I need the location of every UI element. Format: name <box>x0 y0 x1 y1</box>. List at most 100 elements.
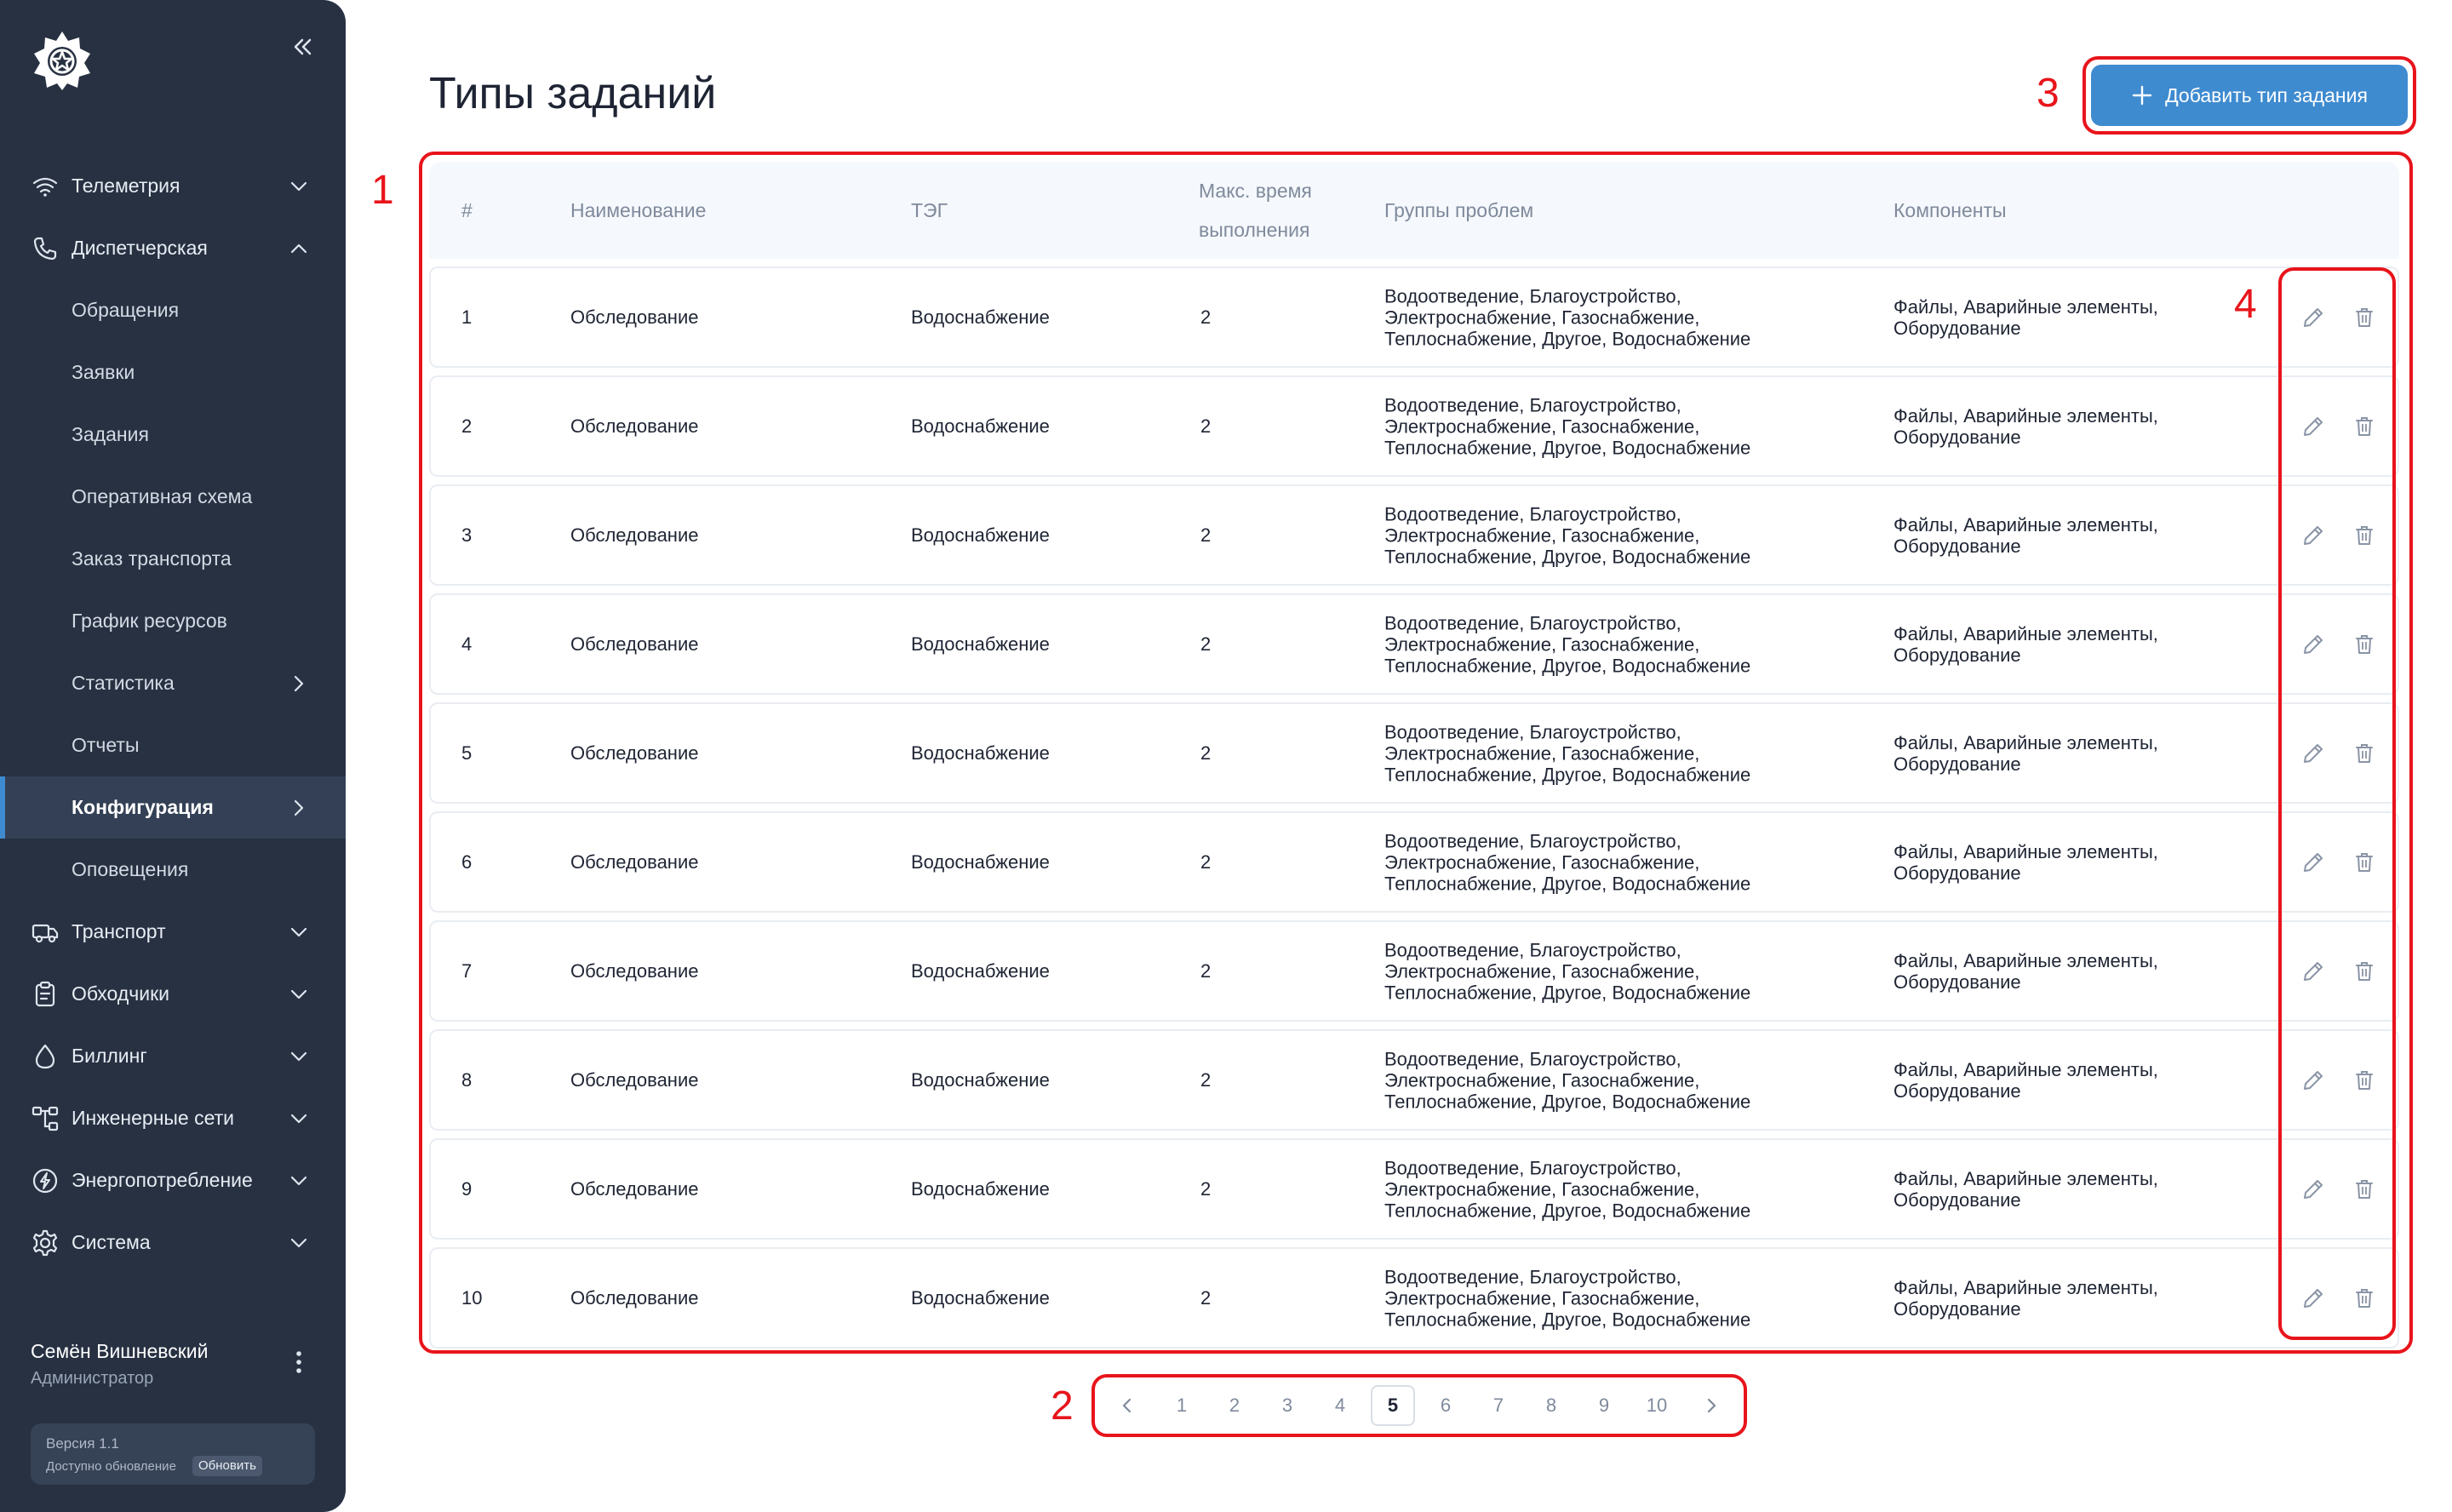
pencil-icon[interactable] <box>2300 632 2326 657</box>
pencil-icon[interactable] <box>2300 1177 2326 1202</box>
cell-teg: Водоснабжение <box>911 1068 1050 1091</box>
sidebar-item-label: Обходчики <box>72 982 169 1005</box>
cell-components-line: Оборудование <box>1893 535 2021 557</box>
cell-problem-groups-line: Электроснабжение, Газоснабжение, <box>1384 415 1700 437</box>
cell-components-line: Файлы, Аварийные элементы, <box>1893 1276 2158 1298</box>
cell-components-line: Файлы, Аварийные элементы, <box>1893 404 2158 427</box>
more-vertical-icon[interactable] <box>286 1347 312 1377</box>
trash-icon[interactable] <box>2352 414 2377 439</box>
pencil-icon[interactable] <box>2300 850 2326 875</box>
pagination-page[interactable]: 7 <box>1476 1385 1521 1426</box>
table-row[interactable]: 10 Обследование Водоснабжение 2 Водоотве… <box>429 1247 2399 1349</box>
annotation-number-add-button: 3 <box>2037 71 2060 116</box>
cell-problem-groups: Водоотведение, Благоустройство, Электрос… <box>1384 1157 1750 1221</box>
sidebar-item-2[interactable]: Обращения <box>0 279 346 341</box>
cell-name: Обследование <box>570 633 699 655</box>
pagination-page[interactable]: 10 <box>1635 1385 1679 1426</box>
cell-problem-groups: Водоотведение, Благоустройство, Электрос… <box>1384 1266 1750 1330</box>
sidebar-item-0[interactable]: Телеметрия <box>0 155 346 217</box>
trash-icon[interactable] <box>2352 850 2377 875</box>
update-button[interactable]: Обновить <box>192 1456 262 1476</box>
pagination-page[interactable]: 9 <box>1582 1385 1626 1426</box>
sidebar-item-7[interactable]: График ресурсов <box>0 590 346 652</box>
pencil-icon[interactable] <box>2300 305 2326 330</box>
pagination-page[interactable]: 1 <box>1160 1385 1204 1426</box>
phone-icon <box>33 237 57 260</box>
user-role: Администратор <box>31 1369 154 1388</box>
trash-icon[interactable] <box>2352 1177 2377 1202</box>
table-row[interactable]: 6 Обследование Водоснабжение 2 Водоотвед… <box>429 811 2399 913</box>
chevron-right-icon <box>1707 1398 1716 1413</box>
pagination-page[interactable]: 3 <box>1265 1385 1309 1426</box>
cell-max-time: 2 <box>1200 633 1212 655</box>
table-row[interactable]: 1 Обследование Водоснабжение 2 Водоотвед… <box>429 266 2399 368</box>
pencil-icon[interactable] <box>2300 1068 2326 1093</box>
trash-icon[interactable] <box>2352 305 2377 330</box>
sidebar-item-4[interactable]: Задания <box>0 404 346 466</box>
trash-icon[interactable] <box>2352 959 2377 984</box>
pencil-icon[interactable] <box>2300 959 2326 984</box>
cell-teg: Водоснабжение <box>911 306 1050 328</box>
logo-icon[interactable] <box>31 29 94 92</box>
pagination-page[interactable]: 6 <box>1424 1385 1468 1426</box>
trash-icon[interactable] <box>2352 741 2377 766</box>
sidebar-item-5[interactable]: Оперативная схема <box>0 466 346 528</box>
pagination-page[interactable]: 8 <box>1529 1385 1573 1426</box>
trash-icon[interactable] <box>2352 1286 2377 1311</box>
drop-icon <box>35 1044 55 1068</box>
sidebar-item-9[interactable]: Отчеты <box>0 714 346 776</box>
table-row[interactable]: 7 Обследование Водоснабжение 2 Водоотвед… <box>429 920 2399 1022</box>
cell-problem-groups: Водоотведение, Благоустройство, Электрос… <box>1384 503 1750 567</box>
network-icon <box>32 1106 59 1131</box>
sidebar-item-12[interactable]: Транспорт <box>0 901 346 963</box>
cell-components-line: Файлы, Аварийные элементы, <box>1893 622 2158 644</box>
page-title: Типы заданий <box>429 69 717 118</box>
cell-problem-groups-line: Теплоснабжение, Другое, Водоснабжение <box>1384 1200 1751 1221</box>
sidebar-item-label: Диспетчерская <box>72 237 208 259</box>
pencil-icon[interactable] <box>2300 414 2326 439</box>
pagination-prev[interactable] <box>1112 1385 1143 1426</box>
double-chevron-left-icon[interactable] <box>288 32 317 61</box>
sidebar-item-10[interactable]: Конфигурация <box>0 776 346 839</box>
pencil-icon[interactable] <box>2300 1286 2326 1311</box>
sidebar-item-17[interactable]: Система <box>0 1211 346 1274</box>
trash-icon[interactable] <box>2352 632 2377 657</box>
sidebar-item-8[interactable]: Статистика <box>0 652 346 714</box>
column-header-num: # <box>461 199 473 221</box>
trash-icon[interactable] <box>2352 523 2377 548</box>
sidebar-item-6[interactable]: Заказ транспорта <box>0 528 346 590</box>
sidebar-item-3[interactable]: Заявки <box>0 341 346 404</box>
cell-num: 7 <box>461 959 473 982</box>
table-row[interactable]: 8 Обследование Водоснабжение 2 Водоотвед… <box>429 1029 2399 1131</box>
cell-problem-groups-line: Электроснабжение, Газоснабжение, <box>1384 1069 1700 1091</box>
cell-teg: Водоснабжение <box>911 959 1050 982</box>
table-row[interactable]: 5 Обследование Водоснабжение 2 Водоотвед… <box>429 702 2399 804</box>
table-row[interactable]: 2 Обследование Водоснабжение 2 Водоотвед… <box>429 375 2399 477</box>
plus-icon <box>2132 85 2152 106</box>
cell-components: Файлы, Аварийные элементы, Оборудование <box>1893 732 2158 775</box>
cell-components-line: Файлы, Аварийные элементы, <box>1893 295 2158 318</box>
sidebar: Телеметрия Диспетчерская Обращения Заявки За… <box>0 0 346 1512</box>
add-task-type-button[interactable]: Добавить тип задания <box>2091 65 2408 126</box>
sidebar-item-1[interactable]: Диспетчерская <box>0 217 346 279</box>
pencil-icon[interactable] <box>2300 523 2326 548</box>
pagination-page[interactable]: 4 <box>1318 1385 1362 1426</box>
table-row[interactable]: 4 Обследование Водоснабжение 2 Водоотвед… <box>429 593 2399 695</box>
pencil-icon[interactable] <box>2300 741 2326 766</box>
sidebar-item-13[interactable]: Обходчики <box>0 963 346 1025</box>
table-row[interactable]: 9 Обследование Водоснабжение 2 Водоотвед… <box>429 1138 2399 1240</box>
sidebar-item-15[interactable]: Инженерные сети <box>0 1087 346 1149</box>
sidebar-item-16[interactable]: Энергопотребление <box>0 1149 346 1211</box>
cell-problem-groups-line: Водоотведение, Благоустройство, <box>1384 721 1681 742</box>
pagination-page[interactable]: 2 <box>1212 1385 1257 1426</box>
chevron-left-icon <box>1122 1398 1131 1413</box>
table-row[interactable]: 3 Обследование Водоснабжение 2 Водоотвед… <box>429 484 2399 586</box>
sidebar-item-11[interactable]: Оповещения <box>0 839 346 901</box>
pagination-page[interactable]: 5 <box>1371 1385 1415 1426</box>
column-header-max-time-line1: Макс. время <box>1199 180 1312 202</box>
pagination-next[interactable] <box>1696 1385 1727 1426</box>
cell-problem-groups-line: Водоотведение, Благоустройство, <box>1384 285 1681 306</box>
sidebar-item-14[interactable]: Биллинг <box>0 1025 346 1087</box>
cell-components: Файлы, Аварийные элементы, Оборудование <box>1893 841 2158 884</box>
trash-icon[interactable] <box>2352 1068 2377 1093</box>
